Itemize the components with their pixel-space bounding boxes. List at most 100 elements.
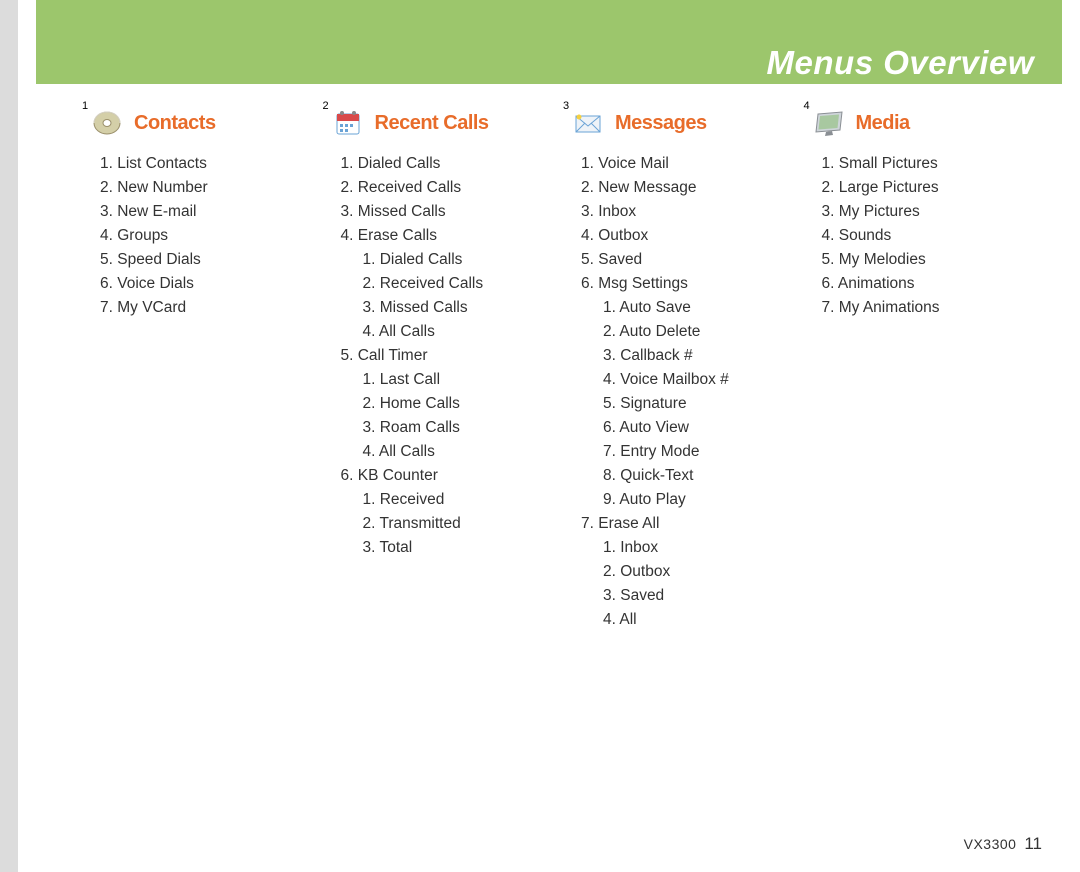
list-item-label: 6. Msg Settings xyxy=(581,275,688,292)
list-item: 6. Auto View xyxy=(603,416,800,440)
list-item: 3. Total xyxy=(363,536,560,560)
section-title: Media xyxy=(856,112,910,135)
list-item-label: 6. Animations xyxy=(822,275,915,292)
list-item-label: 1. List Contacts xyxy=(100,155,207,172)
list-item: 1. Received xyxy=(363,488,560,512)
list-item-label: 1. Small Pictures xyxy=(822,155,938,172)
envelope-icon xyxy=(571,108,605,138)
list-item: 2. Large Pictures xyxy=(812,176,1041,200)
list-item: 1. Small Pictures xyxy=(812,152,1041,176)
menu-list: 1. Voice Mail 2. New Message 3. Inbox 4. Ou… xyxy=(571,152,800,632)
list-item: 4. All Calls xyxy=(363,440,560,464)
menu-list: 1. List Contacts 2. New Number 3. New E-ma… xyxy=(90,152,319,320)
section-heading: 3Messages xyxy=(571,108,800,138)
section-column: 4Media 1. Small Pictures 2. Large Pictures… xyxy=(812,108,1041,632)
list-item: 1. List Contacts xyxy=(90,152,319,176)
list-item: 4. Outbox xyxy=(571,224,800,248)
menu-list: 1. Small Pictures 2. Large Pictures 3. My … xyxy=(812,152,1041,320)
list-item: 4. Voice Mailbox # xyxy=(603,368,800,392)
list-item: 4. All xyxy=(603,608,800,632)
list-item-label: 1. Voice Mail xyxy=(581,155,669,172)
list-item: 7. My VCard xyxy=(90,296,319,320)
list-item: 4. Erase Calls 1. Dialed Calls2. Received… xyxy=(331,224,560,344)
list-item: 2. Auto Delete xyxy=(603,320,800,344)
product-model: VX3300 xyxy=(964,836,1017,852)
list-item-label: 6. KB Counter xyxy=(341,467,438,484)
list-item: 2. Received Calls xyxy=(363,272,560,296)
list-item: 5. Speed Dials xyxy=(90,248,319,272)
section-column: 2Recent Calls1. Dialed Calls2. Received … xyxy=(331,108,560,632)
sub-list: 1. Auto Save2. Auto Delete3. Callback #4… xyxy=(581,296,800,512)
list-item: 7. My Animations xyxy=(812,296,1041,320)
list-item: 2. New Number xyxy=(90,176,319,200)
list-item: 3. My Pictures xyxy=(812,200,1041,224)
sub-list: 1. Last Call2. Home Calls3. Roam Calls4.… xyxy=(341,368,560,464)
list-item-label: 2. New Message xyxy=(581,179,696,196)
list-item: 1. Voice Mail xyxy=(571,152,800,176)
list-item: 2. Transmitted xyxy=(363,512,560,536)
list-item: 5. Call Timer 1. Last Call2. Home Calls3.… xyxy=(331,344,560,464)
section-title: Contacts xyxy=(134,112,216,135)
list-item-label: 7. My VCard xyxy=(100,299,186,316)
list-item: 7. Entry Mode xyxy=(603,440,800,464)
list-item: 1. Dialed Calls xyxy=(363,248,560,272)
list-item-label: 2. Large Pictures xyxy=(822,179,939,196)
list-item-label: 3. Missed Calls xyxy=(341,203,446,220)
content-columns: 1Contacts 1. List Contacts 2. New Number 3.… xyxy=(90,108,1040,632)
list-item: 3. Missed Calls xyxy=(331,200,560,224)
list-item: 3. Saved xyxy=(603,584,800,608)
sub-list: 1. Dialed Calls2. Received Calls3. Misse… xyxy=(341,248,560,344)
list-item-label: 6. Voice Dials xyxy=(100,275,194,292)
left-margin-rail xyxy=(0,0,18,872)
list-item-label: 4. Groups xyxy=(100,227,168,244)
list-item-label: 4. Erase Calls xyxy=(341,227,437,244)
list-item: 3. New E-mail xyxy=(90,200,319,224)
contacts-icon xyxy=(90,108,124,138)
list-item: 6. Msg Settings 1. Auto Save2. Auto Delet… xyxy=(571,272,800,512)
list-item-label: 2. New Number xyxy=(100,179,208,196)
calendar-icon xyxy=(331,108,365,138)
list-item: 1. Auto Save xyxy=(603,296,800,320)
list-item-label: 5. Speed Dials xyxy=(100,251,201,268)
list-item: 9. Auto Play xyxy=(603,488,800,512)
section-heading: 4Media xyxy=(812,108,1041,138)
list-item: 6. Voice Dials xyxy=(90,272,319,296)
page-number: 11 xyxy=(1024,834,1042,853)
list-item: 5. Signature xyxy=(603,392,800,416)
list-item-label: 5. Saved xyxy=(581,251,642,268)
list-item-label: 3. New E-mail xyxy=(100,203,196,220)
list-item: 5. Saved xyxy=(571,248,800,272)
list-item: 6. KB Counter 1. Received2. Transmitted3.… xyxy=(331,464,560,560)
list-item: 4. All Calls xyxy=(363,320,560,344)
list-item-label: 5. Call Timer xyxy=(341,347,428,364)
list-item: 3. Missed Calls xyxy=(363,296,560,320)
section-column: 3Messages 1. Voice Mail 2. New Message 3. I… xyxy=(571,108,800,632)
list-item: 2. Home Calls xyxy=(363,392,560,416)
page-footer: VX3300 11 xyxy=(964,834,1042,854)
menu-list: 1. Dialed Calls2. Received Calls3. Misse… xyxy=(331,152,560,560)
sub-list: 1. Received2. Transmitted3. Total xyxy=(341,488,560,560)
list-item: 2. Outbox xyxy=(603,560,800,584)
list-item: 5. My Melodies xyxy=(812,248,1041,272)
list-item: 3. Roam Calls xyxy=(363,416,560,440)
list-item-label: 4. Sounds xyxy=(822,227,892,244)
header-band: Menus Overview xyxy=(36,0,1062,84)
list-item: 4. Groups xyxy=(90,224,319,248)
section-number-badge: 3 xyxy=(563,100,569,112)
list-item: 1. Inbox xyxy=(603,536,800,560)
section-heading: 2Recent Calls xyxy=(331,108,560,138)
list-item-label: 3. Inbox xyxy=(581,203,636,220)
list-item: 1. Last Call xyxy=(363,368,560,392)
list-item-label: 7. My Animations xyxy=(822,299,940,316)
section-column: 1Contacts 1. List Contacts 2. New Number 3.… xyxy=(90,108,319,632)
list-item: 8. Quick-Text xyxy=(603,464,800,488)
section-heading: 1Contacts xyxy=(90,108,319,138)
list-item: 1. Dialed Calls xyxy=(331,152,560,176)
section-number-badge: 2 xyxy=(323,100,329,112)
sub-list: 1. Inbox2. Outbox3. Saved4. All xyxy=(581,536,800,632)
list-item-label: 4. Outbox xyxy=(581,227,648,244)
list-item-label: 3. My Pictures xyxy=(822,203,920,220)
list-item: 2. New Message xyxy=(571,176,800,200)
list-item: 3. Inbox xyxy=(571,200,800,224)
list-item: 3. Callback # xyxy=(603,344,800,368)
